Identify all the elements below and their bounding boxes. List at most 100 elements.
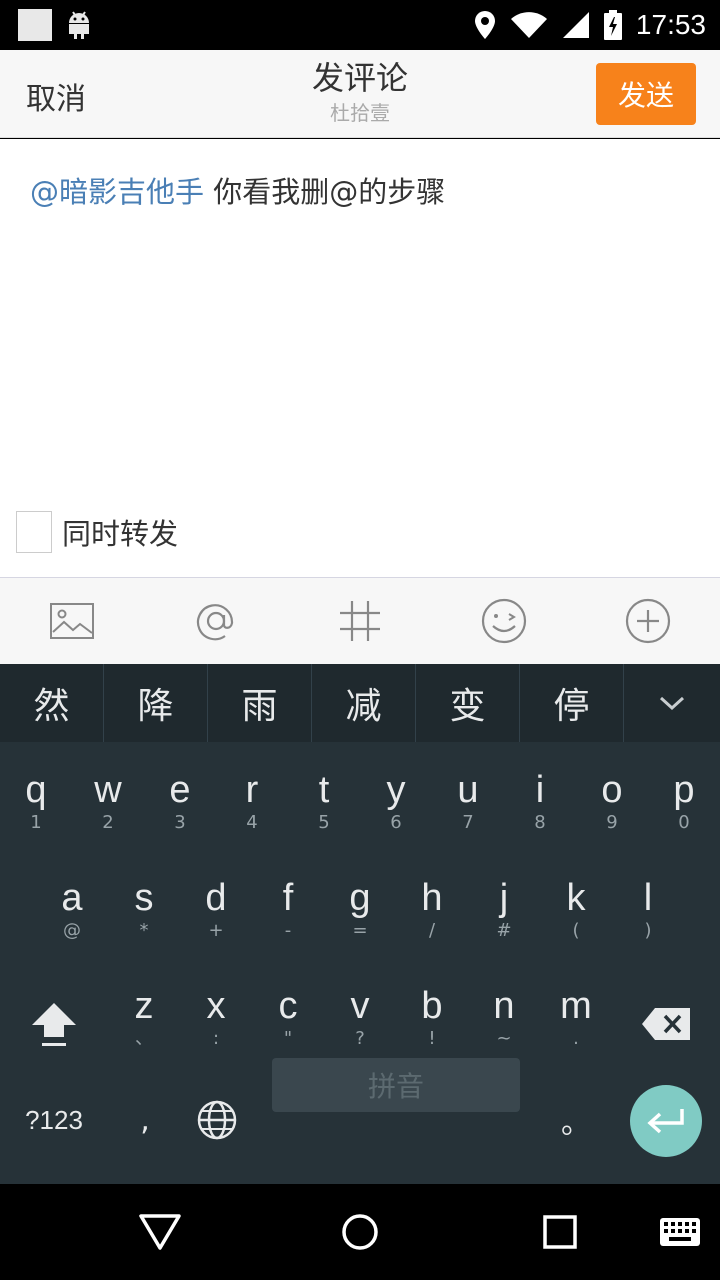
- key-h[interactable]: h /: [396, 860, 468, 960]
- signal-icon: [562, 12, 589, 38]
- candidate-6[interactable]: 停: [520, 664, 624, 742]
- wifi-icon: [510, 12, 547, 38]
- candidate-2[interactable]: 降: [104, 664, 208, 742]
- symbols-key[interactable]: ?123: [10, 1090, 98, 1150]
- repost-checkbox[interactable]: [16, 511, 52, 553]
- comment-body: 你看我删@的步骤: [204, 175, 446, 209]
- more-button[interactable]: [618, 591, 678, 651]
- key-x[interactable]: x:: [180, 968, 252, 1068]
- key-o[interactable]: o9: [576, 752, 648, 852]
- key-letter: l: [643, 877, 653, 919]
- candidate-4[interactable]: 减: [312, 664, 416, 742]
- recents-button[interactable]: [536, 1208, 584, 1256]
- key-hint: 0: [678, 812, 690, 833]
- home-button[interactable]: [336, 1208, 384, 1256]
- key-hint: /: [428, 920, 436, 941]
- space-key[interactable]: 拼音: [272, 1058, 520, 1112]
- battery-charging-icon: [603, 10, 622, 40]
- comment-input[interactable]: @暗影吉他手 你看我删@的步骤 同时转发: [0, 139, 720, 577]
- key-u[interactable]: u7: [432, 752, 504, 852]
- key-z[interactable]: z、: [108, 968, 180, 1068]
- home-circle-icon: [342, 1214, 378, 1250]
- image-button[interactable]: [42, 591, 102, 651]
- key-l[interactable]: l): [612, 860, 684, 960]
- key-hint: *: [139, 920, 149, 941]
- navigation-bar: [0, 1184, 720, 1280]
- key-letter: z: [134, 985, 154, 1027]
- key-q[interactable]: q1: [0, 752, 72, 852]
- key-j[interactable]: j #: [468, 860, 540, 960]
- candidate-5[interactable]: 变: [416, 664, 520, 742]
- key-letter: g: [349, 877, 371, 919]
- backspace-key[interactable]: [630, 984, 702, 1064]
- add-icon: [625, 598, 671, 644]
- comment-text: @暗影吉他手 你看我删@的步骤: [30, 169, 445, 211]
- key-hint: ?: [355, 1028, 365, 1049]
- key-e[interactable]: e3: [144, 752, 216, 852]
- candidate-1[interactable]: 然: [0, 664, 104, 742]
- topic-button[interactable]: [330, 591, 390, 651]
- key-hint: -: [284, 920, 292, 941]
- candidate-3[interactable]: 雨: [208, 664, 312, 742]
- key-g[interactable]: g =: [324, 860, 396, 960]
- key-letter: s: [134, 877, 154, 919]
- mention-link[interactable]: @暗影吉他手: [30, 175, 204, 209]
- key-hint: ): [644, 920, 652, 941]
- key-hint: 3: [174, 812, 186, 833]
- key-letter: h: [421, 877, 443, 919]
- at-icon: [196, 604, 234, 641]
- key-v[interactable]: v?: [324, 968, 396, 1068]
- key-hint: 6: [390, 812, 402, 833]
- location-icon: [474, 11, 495, 39]
- key-hint: :: [212, 1028, 220, 1049]
- back-button[interactable]: [136, 1208, 184, 1256]
- language-key[interactable]: [182, 1090, 252, 1150]
- shift-icon: [32, 1003, 76, 1046]
- status-bar: 17:53: [0, 0, 720, 50]
- key-b[interactable]: b!: [396, 968, 468, 1068]
- key-letter: d: [205, 877, 227, 919]
- key-hint: 8: [534, 812, 546, 833]
- comma-key[interactable]: ,: [110, 1090, 180, 1150]
- keyboard-icon: [660, 1218, 700, 1246]
- key-letter: b: [421, 985, 443, 1027]
- key-i[interactable]: i8: [504, 752, 576, 852]
- key-letter: v: [350, 985, 370, 1027]
- key-r[interactable]: r4: [216, 752, 288, 852]
- key-letter: o: [601, 769, 623, 811]
- key-k[interactable]: k(: [540, 860, 612, 960]
- key-d[interactable]: d +: [180, 860, 252, 960]
- shift-key[interactable]: [18, 984, 90, 1064]
- mention-button[interactable]: [186, 591, 246, 651]
- key-letter: p: [673, 769, 695, 811]
- keyboard-switch-button[interactable]: [656, 1208, 704, 1256]
- key-w[interactable]: w2: [72, 752, 144, 852]
- android-icon: [69, 11, 89, 39]
- key-letter: e: [169, 769, 191, 811]
- expand-candidates-button[interactable]: [624, 664, 720, 742]
- key-a[interactable]: a @: [36, 860, 108, 960]
- key-letter: k: [566, 877, 586, 919]
- key-c[interactable]: c ": [252, 968, 324, 1068]
- enter-icon: [647, 1109, 684, 1134]
- key-letter: c: [278, 985, 298, 1027]
- key-n[interactable]: n ~: [468, 968, 540, 1068]
- key-hint: !: [428, 1028, 436, 1049]
- cancel-button[interactable]: 取消: [26, 74, 86, 118]
- send-button[interactable]: 发送: [596, 63, 696, 125]
- key-p[interactable]: p0: [648, 752, 720, 852]
- key-f[interactable]: f-: [252, 860, 324, 960]
- repost-option[interactable]: 同时转发: [16, 511, 178, 553]
- key-hint: @: [63, 920, 81, 941]
- backspace-icon: [642, 1008, 690, 1040]
- key-letter: y: [386, 769, 406, 811]
- enter-key[interactable]: [630, 1085, 702, 1157]
- key-y[interactable]: y6: [360, 752, 432, 852]
- key-m[interactable]: m.: [540, 968, 612, 1068]
- key-s[interactable]: s *: [108, 860, 180, 960]
- emoji-icon: [481, 598, 527, 644]
- key-t[interactable]: t5: [288, 752, 360, 852]
- key-letter: f: [282, 877, 294, 919]
- period-key[interactable]: 。: [540, 1090, 612, 1150]
- emoji-button[interactable]: [474, 591, 534, 651]
